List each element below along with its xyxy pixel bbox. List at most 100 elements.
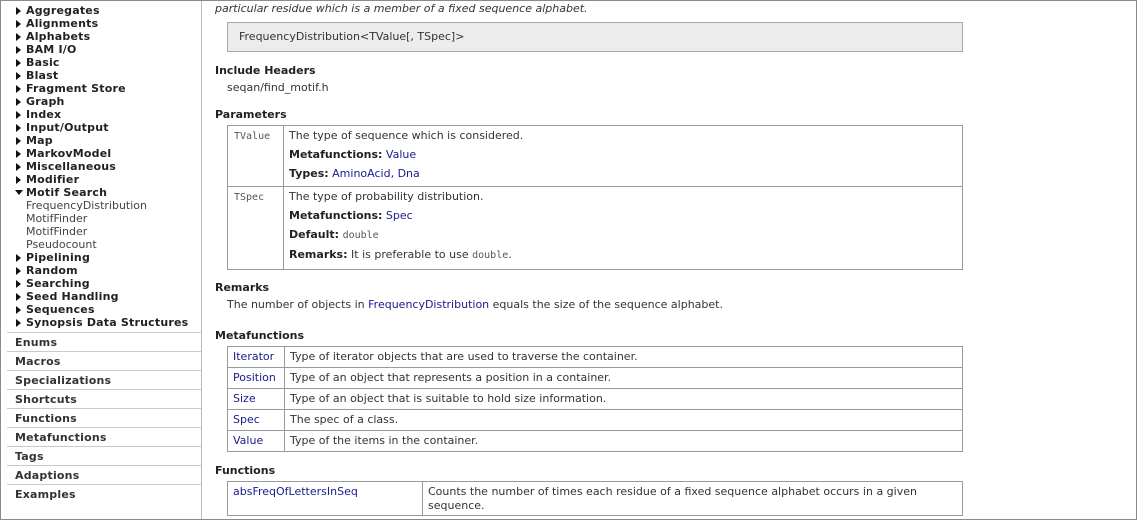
triangle-right-icon[interactable]: [16, 20, 21, 28]
metafunction-row: Position Type of an object that represent…: [227, 367, 963, 389]
sidebar-category[interactable]: Sequences: [1, 303, 201, 316]
sidebar-category-label: Basic: [26, 56, 60, 69]
triangle-right-icon[interactable]: [16, 46, 21, 54]
remarks-code: double: [472, 250, 509, 261]
metafunction-link[interactable]: Spec: [233, 413, 260, 426]
sidebar-category-label: Modifier: [26, 173, 80, 186]
triangle-right-icon[interactable]: [16, 85, 21, 93]
parameters-heading: Parameters: [215, 108, 287, 121]
triangle-right-icon[interactable]: [16, 163, 21, 171]
types-label: Types:: [289, 167, 329, 180]
functions-table: absFreqOfLettersInSeq Counts the number o…: [227, 481, 963, 516]
triangle-right-icon[interactable]: [16, 59, 21, 67]
sidebar-category[interactable]: BAM I/O: [1, 43, 201, 56]
sidebar: Aggregates Alignments Alphabets BAM I/O Basi…: [1, 1, 202, 519]
sidebar-subitem[interactable]: MotifFinder: [1, 212, 201, 225]
sidebar-category[interactable]: Modifier: [1, 173, 201, 186]
link-frequency-distribution[interactable]: FrequencyDistribution: [368, 298, 489, 311]
sidebar-category[interactable]: Miscellaneous: [1, 160, 201, 173]
sidebar-category[interactable]: Seed Handling: [1, 290, 201, 303]
triangle-right-icon[interactable]: [16, 254, 21, 262]
metafunction-link[interactable]: Position: [233, 371, 276, 384]
param-name: TSpec: [234, 192, 265, 203]
sidebar-section[interactable]: Metafunctions: [7, 427, 201, 446]
sidebar-category-label: MarkovModel: [26, 147, 112, 160]
sidebar-subitem[interactable]: Pseudocount: [1, 238, 201, 251]
include-headers-heading: Include Headers: [215, 64, 316, 77]
triangle-right-icon[interactable]: [16, 98, 21, 106]
triangle-right-icon[interactable]: [16, 124, 21, 132]
remarks-label: Remarks:: [289, 248, 348, 261]
sidebar-category[interactable]: Alphabets: [1, 30, 201, 43]
sidebar-category[interactable]: Graph: [1, 95, 201, 108]
sidebar-category[interactable]: Pipelining: [1, 251, 201, 264]
triangle-right-icon[interactable]: [16, 319, 21, 327]
intro-text: particular residue which is a member of …: [215, 2, 588, 15]
sidebar-category[interactable]: Index: [1, 108, 201, 121]
metafunction-desc: Type of the items in the container.: [284, 430, 963, 452]
sidebar-category[interactable]: Aggregates: [1, 4, 201, 17]
section-list: Enums Macros Specializations Shortcuts Funct…: [7, 332, 201, 503]
remarks-text: It is preferable to use: [351, 248, 469, 261]
sidebar-category[interactable]: Input/Output: [1, 121, 201, 134]
sidebar-section[interactable]: Adaptions: [7, 465, 201, 484]
triangle-right-icon[interactable]: [16, 33, 21, 41]
sidebar-category[interactable]: MarkovModel: [1, 147, 201, 160]
remarks-before: The number of objects in: [227, 298, 365, 311]
sidebar-category[interactable]: Blast: [1, 69, 201, 82]
sidebar-category[interactable]: Map: [1, 134, 201, 147]
sidebar-category[interactable]: Alignments: [1, 17, 201, 30]
metafunction-link[interactable]: Iterator: [233, 350, 274, 363]
param-name: TValue: [234, 131, 271, 142]
main-content: particular residue which is a member of …: [215, 1, 1115, 519]
link-types[interactable]: AminoAcid, Dna: [332, 167, 420, 180]
sidebar-section[interactable]: Macros: [7, 351, 201, 370]
sidebar-category-label: BAM I/O: [26, 43, 77, 56]
sidebar-category-label: Pipelining: [26, 251, 91, 264]
function-link[interactable]: absFreqOfLettersInSeq: [233, 485, 358, 498]
sidebar-category[interactable]: Motif Search: [1, 186, 201, 199]
triangle-right-icon[interactable]: [16, 7, 21, 15]
metafunctions-label: Metafunctions:: [289, 148, 383, 161]
triangle-right-icon[interactable]: [16, 306, 21, 314]
sidebar-category[interactable]: Synopsis Data Structures: [1, 316, 201, 329]
function-name-cell: absFreqOfLettersInSeq: [227, 481, 423, 516]
param-desc: The type of sequence which is considered…: [289, 129, 524, 142]
metafunction-link[interactable]: Value: [233, 434, 263, 447]
metafunction-name-cell: Iterator: [227, 346, 285, 368]
triangle-right-icon[interactable]: [16, 72, 21, 80]
sidebar-section[interactable]: Enums: [7, 332, 201, 351]
sidebar-section[interactable]: Examples: [7, 484, 201, 503]
sidebar-category[interactable]: Random: [1, 264, 201, 277]
sidebar-subitem[interactable]: MotifFinder: [1, 225, 201, 238]
link-spec[interactable]: Spec: [386, 209, 413, 222]
sidebar-category-label: Random: [26, 264, 78, 277]
triangle-right-icon[interactable]: [16, 111, 21, 119]
sidebar-category-label: Sequences: [26, 303, 95, 316]
triangle-right-icon[interactable]: [16, 280, 21, 288]
metafunction-name-cell: Spec: [227, 409, 285, 431]
sidebar-section[interactable]: Functions: [7, 408, 201, 427]
link-value[interactable]: Value: [386, 148, 416, 161]
sidebar-category[interactable]: Basic: [1, 56, 201, 69]
sidebar-category[interactable]: Searching: [1, 277, 201, 290]
metafunction-link[interactable]: Size: [233, 392, 256, 405]
remarks-end: .: [508, 248, 512, 261]
triangle-right-icon[interactable]: [16, 267, 21, 275]
sidebar-section[interactable]: Specializations: [7, 370, 201, 389]
triangle-down-icon[interactable]: [15, 190, 23, 195]
window-frame: Aggregates Alignments Alphabets BAM I/O Basi…: [0, 0, 1137, 520]
metafunction-name-cell: Position: [227, 367, 285, 389]
triangle-right-icon[interactable]: [16, 137, 21, 145]
sidebar-section[interactable]: Tags: [7, 446, 201, 465]
triangle-right-icon[interactable]: [16, 150, 21, 158]
triangle-right-icon[interactable]: [16, 293, 21, 301]
sidebar-subitem[interactable]: FrequencyDistribution: [1, 199, 201, 212]
sidebar-category-label: Graph: [26, 95, 65, 108]
sidebar-category-label: Blast: [26, 69, 59, 82]
sidebar-category[interactable]: Fragment Store: [1, 82, 201, 95]
triangle-right-icon[interactable]: [16, 176, 21, 184]
sidebar-section[interactable]: Shortcuts: [7, 389, 201, 408]
signature-box: FrequencyDistribution<TValue[, TSpec]>: [227, 22, 963, 52]
metafunction-row: Value Type of the items in the container.: [227, 430, 963, 452]
